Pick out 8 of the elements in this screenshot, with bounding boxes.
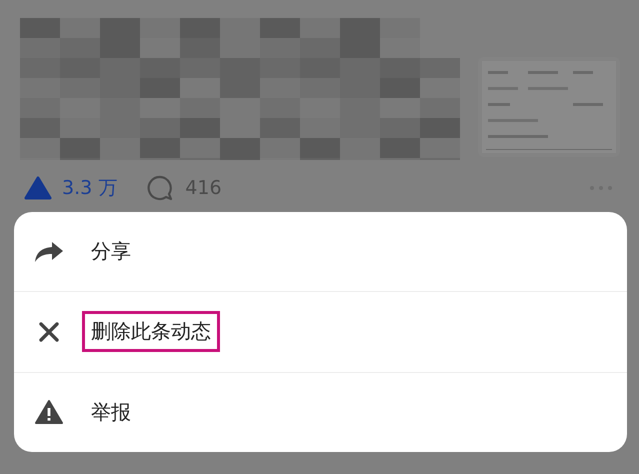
upvote-triangle-icon[interactable]	[24, 176, 52, 200]
menu-item[interactable]: 删除此条动态	[82, 311, 220, 352]
comment-icon[interactable]	[147, 175, 174, 201]
share-icon	[34, 240, 64, 263]
warning-icon	[34, 399, 64, 426]
menu-item[interactable]: 分享	[82, 231, 140, 272]
upvote-count: 3.3 万	[62, 176, 118, 201]
menu-item[interactable]: 举报	[82, 392, 140, 433]
